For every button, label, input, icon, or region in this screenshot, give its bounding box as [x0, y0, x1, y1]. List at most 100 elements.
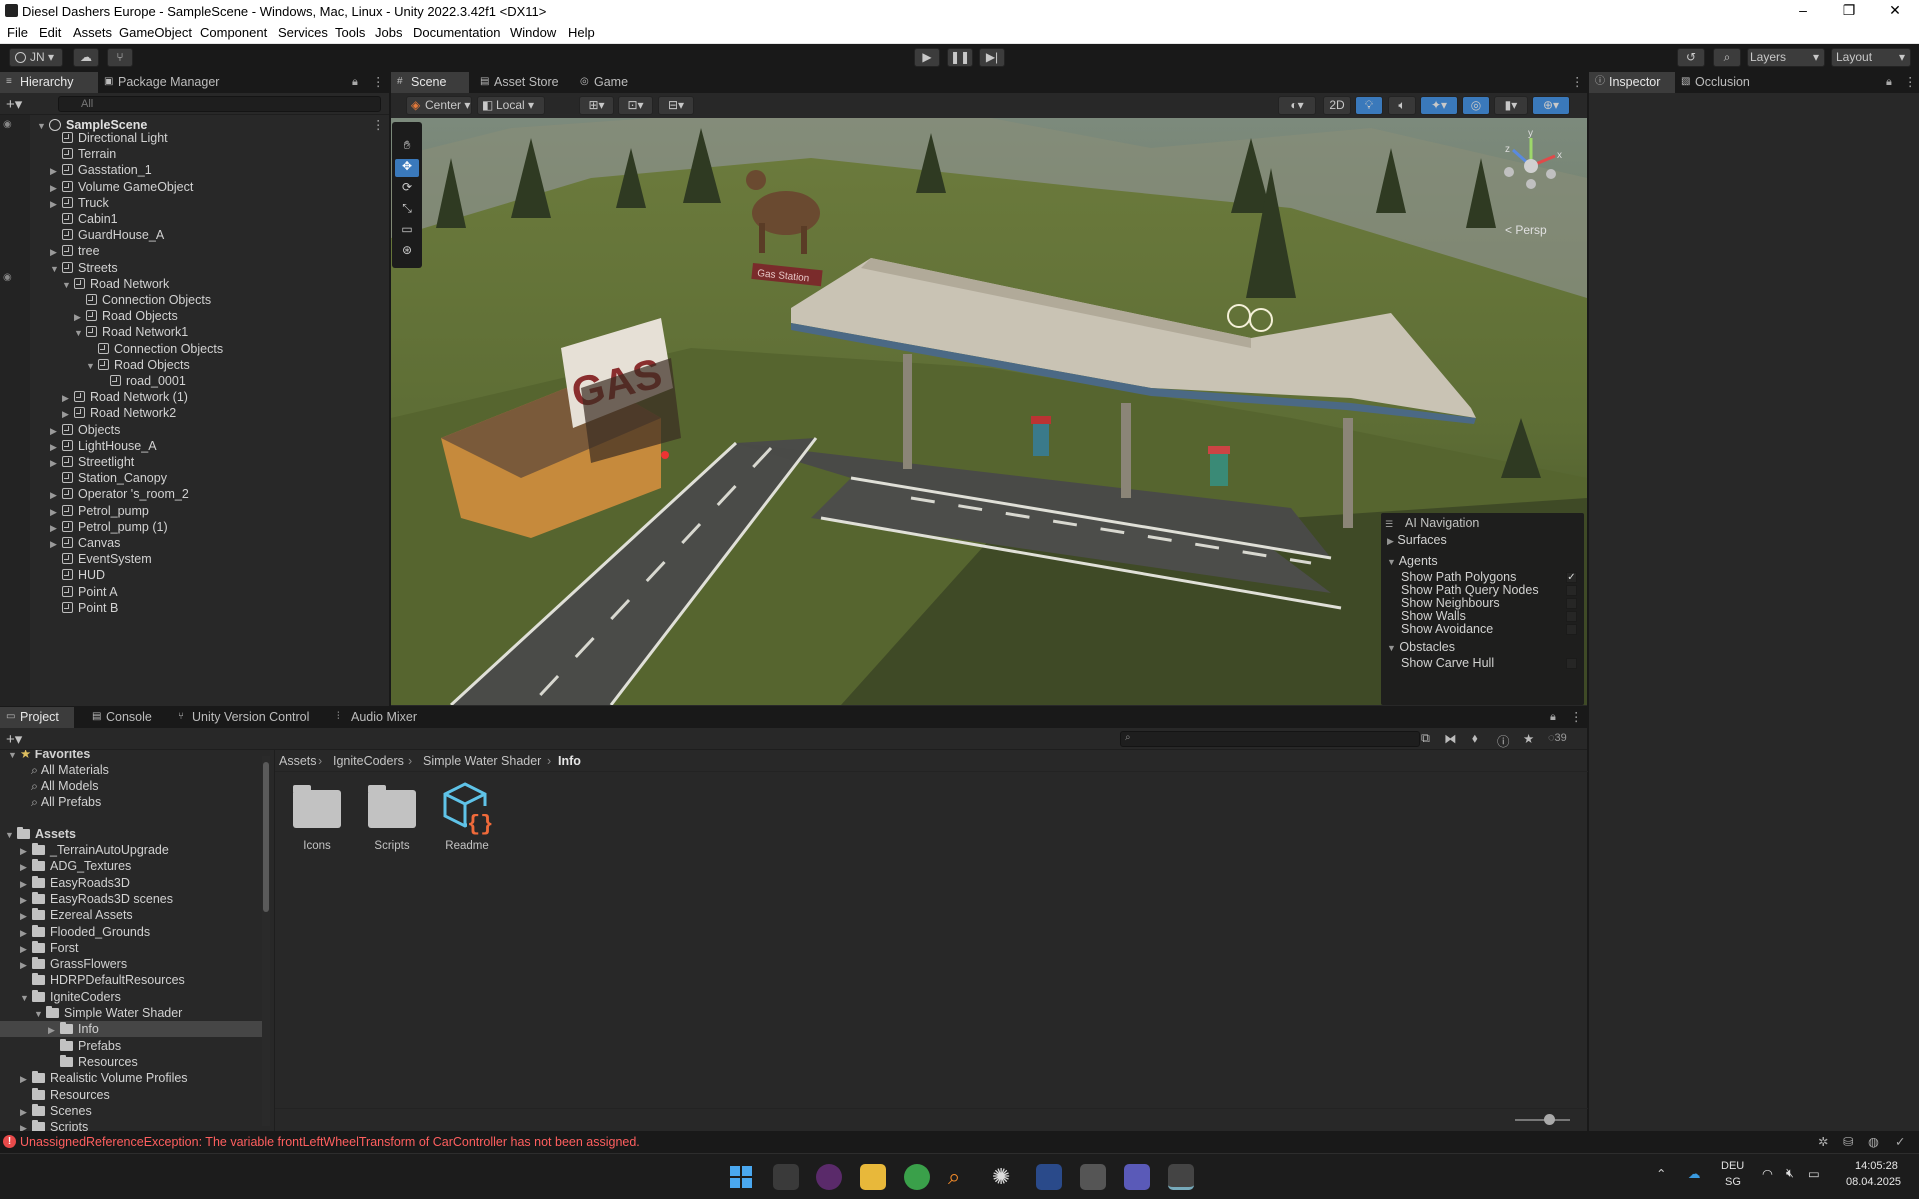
project-folder-item[interactable]: ▶ EasyRoads3D — [20, 875, 130, 891]
expanded-arrow-icon[interactable]: ▼ — [20, 990, 30, 1006]
kebab-menu-icon[interactable]: ⋮ — [1571, 74, 1584, 89]
breadcrumb-assets[interactable]: Assets — [279, 754, 317, 768]
collapsed-arrow-icon[interactable]: ▶ — [48, 1022, 58, 1038]
favorite-all-models[interactable]: ⌕ All Models — [31, 778, 98, 794]
pivot-dropdown[interactable]: ◈ Center ▾ — [406, 96, 472, 115]
expanded-arrow-icon[interactable]: ▼ — [34, 1006, 44, 1022]
kebab-menu-icon[interactable]: ⋮ — [1904, 74, 1917, 89]
hierarchy-item[interactable]: ▶ LightHouse_A — [50, 438, 157, 454]
collapsed-arrow-icon[interactable]: ▶ — [20, 1071, 30, 1087]
grid-visibility-button[interactable]: ⊡▾ — [618, 96, 653, 115]
tab-game[interactable]: ◎ Game — [574, 72, 644, 93]
tab-scene[interactable]: # Scene — [391, 72, 469, 93]
console-error-message[interactable]: UnassignedReferenceException: The variab… — [20, 1135, 640, 1149]
lock-icon[interactable]: 🔒︎ — [1886, 76, 1892, 89]
gizmos-dropdown[interactable]: ⊕▾ — [1532, 96, 1570, 115]
hierarchy-item[interactable]: ▼ Streets — [50, 260, 118, 276]
language-indicator[interactable]: DEU — [1721, 1160, 1744, 1172]
project-folder-item[interactable]: ▼ IgniteCoders — [20, 989, 121, 1005]
show-carve-hull-checkbox[interactable] — [1566, 658, 1577, 669]
onedrive-icon[interactable]: ☁ — [1688, 1166, 1701, 1181]
tab-inspector[interactable]: ⓘ Inspector — [1589, 72, 1675, 93]
project-folder-item[interactable]: Resources — [20, 1087, 110, 1103]
project-folder-item[interactable]: ▶ EasyRoads3D scenes — [20, 891, 173, 907]
expanded-arrow-icon[interactable]: ▼ — [50, 261, 60, 277]
scrollbar-thumb[interactable] — [263, 762, 269, 912]
tab-package-manager[interactable]: ▣ Package Manager — [98, 72, 233, 93]
ai-nav-option-checkbox[interactable] — [1566, 624, 1577, 635]
tab-asset-store[interactable]: ▤ Asset Store — [474, 72, 564, 93]
hidden-objects-toggle[interactable]: ◎ — [1462, 96, 1490, 115]
hierarchy-item[interactable]: ▶ Canvas — [50, 535, 120, 551]
clock-date[interactable]: 08.04.2025 — [1846, 1176, 1901, 1188]
hidden-packages-count[interactable]: ◌39 — [1548, 732, 1567, 744]
search-by-label-icon[interactable]: ⧓ — [1444, 731, 1457, 746]
collapsed-arrow-icon[interactable]: ▶ — [20, 859, 30, 875]
hierarchy-item[interactable]: ▶ Truck — [50, 195, 109, 211]
powershell-icon[interactable] — [1036, 1164, 1062, 1190]
bug-icon[interactable]: ✲ — [1818, 1134, 1828, 1149]
play-button[interactable]: ▶ — [914, 48, 940, 67]
collapsed-arrow-icon[interactable]: ▶ — [20, 892, 30, 908]
scene-viewport[interactable]: GAS Gas Station ✋︎ ✥ ⟳ ⤡ ▭ ⊛ y x — [391, 118, 1587, 705]
rect-tool-icon[interactable]: ▭ — [395, 222, 419, 240]
hierarchy-item[interactable]: ▼ Road Objects — [86, 357, 190, 373]
ai-nav-option-checkbox[interactable] — [1566, 585, 1577, 596]
hierarchy-item[interactable]: EventSystem — [50, 551, 152, 567]
increment-snap-button[interactable]: ⊟▾ — [658, 96, 694, 115]
collapsed-arrow-icon[interactable]: ▶ — [74, 309, 84, 325]
project-folder-item[interactable]: HDRPDefaultResources — [20, 972, 185, 988]
menu-tools[interactable]: Tools — [335, 25, 365, 40]
hierarchy-item[interactable]: Cabin1 — [50, 211, 118, 227]
menu-help[interactable]: Help — [568, 25, 595, 40]
menu-file[interactable]: File — [7, 25, 28, 40]
hierarchy-item[interactable]: ▶ Volume GameObject — [50, 179, 193, 195]
orientation-gizmo[interactable]: y x z < Persp — [1491, 128, 1571, 237]
move-tool-icon[interactable]: ✥ — [395, 159, 419, 177]
account-dropdown[interactable]: JN ▾ — [9, 48, 63, 67]
project-folder-item[interactable]: Prefabs — [48, 1038, 121, 1054]
scale-tool-icon[interactable]: ⤡ — [395, 201, 419, 219]
warning-icon[interactable]: ⓘ — [1497, 731, 1510, 750]
star-icon[interactable]: ★ — [1523, 731, 1534, 746]
asset-readme[interactable]: {} Readme — [439, 780, 495, 860]
project-folder-item[interactable]: ▶ Forst — [20, 940, 78, 956]
history-button[interactable]: ↺ — [1677, 48, 1705, 67]
region-indicator[interactable]: SG — [1725, 1176, 1741, 1188]
layers-dropdown[interactable]: Layers ▾ — [1747, 48, 1825, 67]
breadcrumb-ignitecoders[interactable]: IgniteCoders — [333, 754, 404, 768]
favorite-all-prefabs[interactable]: ⌕ All Prefabs — [31, 794, 101, 810]
start-button[interactable] — [728, 1164, 754, 1190]
hierarchy-item[interactable]: ▶ Petrol_pump (1) — [50, 519, 168, 535]
hierarchy-item[interactable]: ▶ Road Objects — [74, 308, 178, 324]
collapsed-arrow-icon[interactable]: ▶ — [20, 1120, 30, 1131]
chrome-icon[interactable] — [904, 1164, 930, 1190]
step-button[interactable]: ▶| — [979, 48, 1005, 67]
kebab-menu-icon[interactable]: ⋮ — [1570, 709, 1583, 724]
lock-icon[interactable]: 🔒︎ — [1550, 711, 1556, 724]
add-icon[interactable]: +▾ — [6, 95, 22, 113]
project-folder-item[interactable]: ▶ Scenes — [20, 1103, 92, 1119]
hierarchy-item[interactable]: ▼ Road Network1 — [74, 324, 188, 340]
lighting-toggle[interactable]: 💡︎ — [1355, 96, 1383, 115]
tab-console[interactable]: ▤ Console — [86, 707, 162, 728]
project-folder-item[interactable]: ▼ Simple Water Shader — [34, 1005, 182, 1021]
tab-unity-version-control[interactable]: ⑂ Unity Version Control — [172, 707, 320, 728]
hierarchy-item[interactable]: ▶ Road Network (1) — [62, 389, 188, 405]
collapsed-arrow-icon[interactable]: ▶ — [20, 941, 30, 957]
hierarchy-item[interactable]: ▶ Operator 's_room_2 — [50, 486, 189, 502]
expanded-arrow-icon[interactable]: ▼ — [74, 325, 84, 341]
collapsed-arrow-icon[interactable]: ▶ — [50, 180, 60, 196]
collapsed-arrow-icon[interactable]: ▶ — [50, 423, 60, 439]
progress-icon[interactable]: ✓ — [1895, 1134, 1905, 1149]
audio-toggle[interactable]: 🔈︎ — [1388, 96, 1416, 115]
hierarchy-item[interactable]: Connection Objects — [86, 341, 223, 357]
kebab-menu-icon[interactable]: ⋮ — [372, 74, 385, 89]
unity-hub-icon[interactable] — [1080, 1164, 1106, 1190]
breadcrumb-simple-water-shader[interactable]: Simple Water Shader — [423, 754, 541, 768]
collapsed-arrow-icon[interactable]: ▶ — [50, 504, 60, 520]
asset-icons-folder[interactable]: Icons — [289, 780, 345, 860]
effects-dropdown[interactable]: ✦▾ — [1420, 96, 1458, 115]
tab-project[interactable]: ▭ Project — [0, 707, 74, 728]
collapsed-arrow-icon[interactable]: ▶ — [50, 244, 60, 260]
